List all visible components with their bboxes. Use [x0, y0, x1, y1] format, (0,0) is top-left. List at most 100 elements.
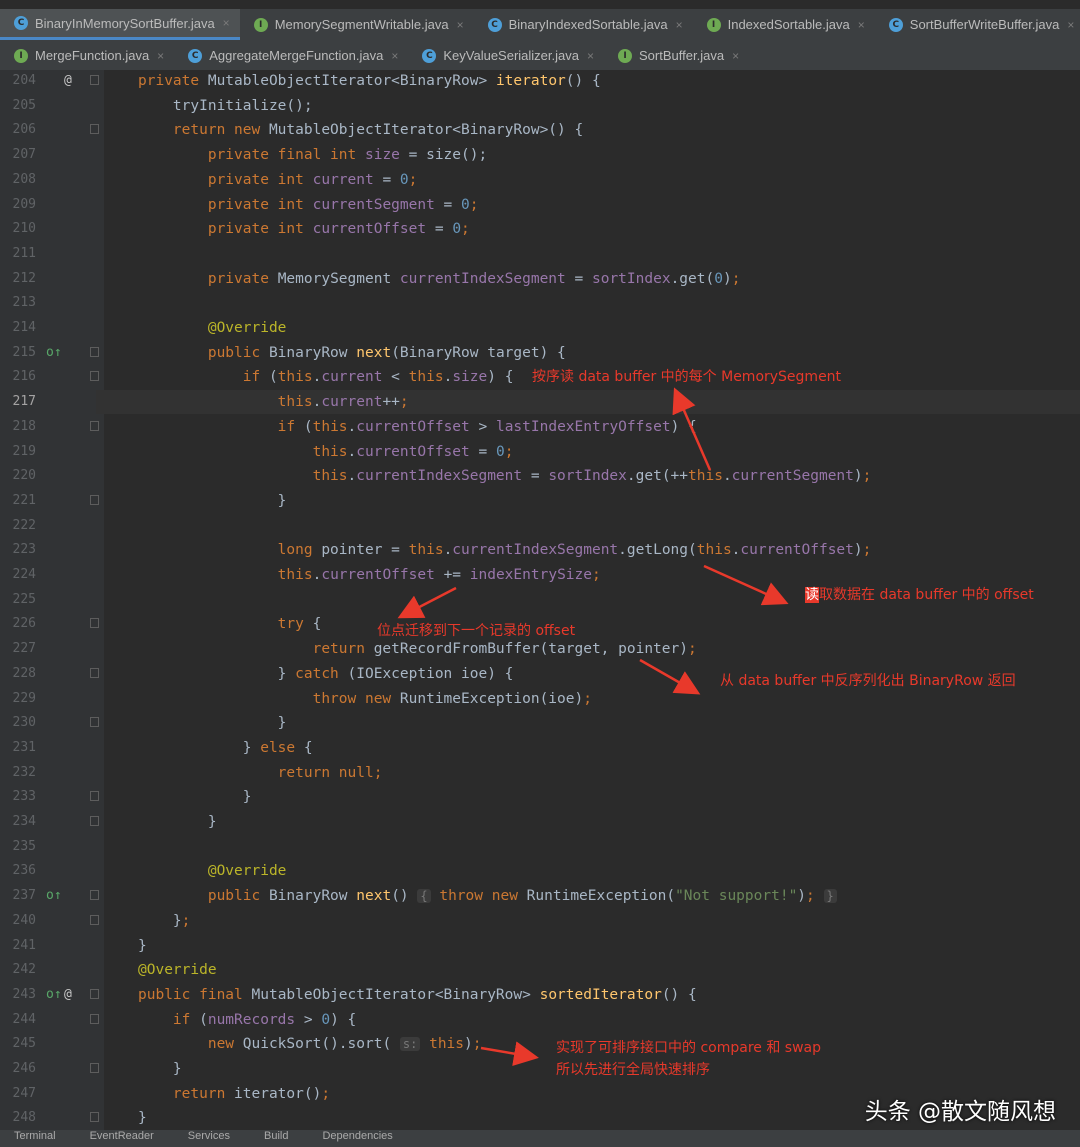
code-line[interactable]: 222	[0, 514, 1080, 538]
code-line[interactable]: 217 this.current++;	[0, 390, 1080, 414]
fold-icon[interactable]	[90, 494, 99, 505]
code-line[interactable]: 244 if (numRecords > 0) {	[0, 1008, 1080, 1032]
code-token: ) {	[670, 418, 697, 435]
code-line[interactable]: 212 private MemorySegment currentIndexSe…	[0, 267, 1080, 291]
code-line[interactable]: 208 private int current = 0;	[0, 168, 1080, 192]
code-token: this	[696, 542, 732, 559]
line-number: 243	[12, 986, 36, 1002]
tool-window-terminal[interactable]: Terminal	[14, 1130, 56, 1142]
code-line[interactable]: 240 };	[0, 909, 1080, 933]
code-line[interactable]: 214 @Override	[0, 316, 1080, 340]
tool-window-eventreader[interactable]: EventReader	[90, 1130, 154, 1142]
close-icon[interactable]: ×	[858, 18, 865, 32]
override-marker-icon[interactable]: o↑	[46, 983, 62, 1007]
code-token: MutableObjectIterator<BinaryRow>	[207, 73, 496, 89]
code-line[interactable]: 215 o↑ public BinaryRow next(BinaryRow ta…	[0, 341, 1080, 365]
code-line[interactable]: 218 if (this.currentOffset > lastIndexEn…	[0, 415, 1080, 439]
code-line[interactable]: 246 }	[0, 1057, 1080, 1081]
code-line[interactable]: 233 }	[0, 785, 1080, 809]
code-line[interactable]: 210 private int currentOffset = 0;	[0, 217, 1080, 241]
fold-icon[interactable]	[90, 371, 99, 382]
at-marker-icon[interactable]: @	[64, 983, 72, 1007]
code-token: ) {	[330, 1011, 357, 1028]
code-line[interactable]: 207 private final int size = size();	[0, 143, 1080, 167]
code-line[interactable]: 241}	[0, 934, 1080, 958]
fold-icon[interactable]	[90, 914, 99, 925]
code-line[interactable]: 211	[0, 242, 1080, 266]
code-line[interactable]: 235	[0, 835, 1080, 859]
fold-icon[interactable]	[90, 717, 99, 728]
tab-tabs_row1-3[interactable]: I IndexedSortable.java ×	[693, 9, 875, 40]
code-line[interactable]: 206 return new MutableObjectIterator<Bin…	[0, 118, 1080, 142]
code-text: }	[138, 810, 217, 834]
code-line[interactable]: 243 o↑ @ public final MutableObjectIterator…	[0, 983, 1080, 1007]
code-line[interactable]: 205 tryInitialize();	[0, 94, 1080, 118]
code-token: (	[268, 369, 278, 386]
code-line[interactable]: 221 }	[0, 489, 1080, 513]
code-text: };	[138, 909, 190, 933]
close-icon[interactable]: ×	[732, 49, 739, 63]
code-token: ;	[461, 221, 470, 238]
code-line[interactable]: 232 return null;	[0, 761, 1080, 785]
fold-icon[interactable]	[90, 346, 99, 357]
fold-icon[interactable]	[90, 667, 99, 678]
code-line[interactable]: 227 return getRecordFromBuffer(target, p…	[0, 637, 1080, 661]
tool-window-services[interactable]: Services	[188, 1130, 230, 1142]
tab-tabs_row1-4[interactable]: C SortBufferWriteBuffer.java ×	[875, 9, 1080, 40]
code-token: }	[138, 492, 287, 509]
close-icon[interactable]: ×	[587, 49, 594, 63]
code-line[interactable]: 220 this.currentIndexSegment = sortIndex…	[0, 464, 1080, 488]
close-icon[interactable]: ×	[391, 49, 398, 63]
code-line[interactable]: 242 @Override	[0, 958, 1080, 982]
code-line[interactable]: 236 @Override	[0, 859, 1080, 883]
code-text: this.currentOffset += indexEntrySize;	[138, 563, 601, 587]
override-marker-icon[interactable]: o↑	[46, 884, 62, 908]
at-marker-icon[interactable]: @	[64, 69, 72, 93]
fold-icon[interactable]	[90, 75, 99, 85]
close-icon[interactable]: ×	[457, 18, 464, 32]
code-line[interactable]: 234 }	[0, 810, 1080, 834]
tab-tabs_row2-2[interactable]: C KeyValueSerializer.java ×	[408, 40, 604, 71]
code-token: RuntimeException(ioe)	[399, 690, 584, 707]
line-number: 229	[12, 690, 36, 706]
fold-icon[interactable]	[90, 1063, 99, 1073]
code-line[interactable]: 204 @ private MutableObjectIterator<Binary…	[0, 69, 1080, 93]
code-line[interactable]: 230 }	[0, 711, 1080, 735]
fold-icon[interactable]	[90, 618, 99, 629]
tab-tabs_row2-3[interactable]: I SortBuffer.java ×	[604, 40, 749, 71]
tool-window-dependencies[interactable]: Dependencies	[322, 1130, 392, 1142]
code-line[interactable]: 213	[0, 291, 1080, 315]
tab-tabs_row2-1[interactable]: C AggregateMergeFunction.java ×	[174, 40, 408, 71]
code-line[interactable]: 219 this.currentOffset = 0;	[0, 440, 1080, 464]
code-token: RuntimeException(	[526, 888, 676, 905]
code-line[interactable]: 245 new QuickSort().sort( s: this);	[0, 1032, 1080, 1056]
tab-tabs_row1-0[interactable]: C BinaryInMemorySortBuffer.java ×	[0, 9, 240, 40]
fold-icon[interactable]	[90, 124, 99, 135]
fold-icon[interactable]	[90, 816, 99, 826]
code-line[interactable]: 209 private int currentSegment = 0;	[0, 193, 1080, 217]
close-icon[interactable]: ×	[1067, 18, 1074, 32]
close-icon[interactable]: ×	[157, 49, 164, 63]
fold-icon[interactable]	[90, 420, 99, 431]
fold-icon[interactable]	[90, 890, 99, 901]
close-icon[interactable]: ×	[676, 18, 683, 32]
fold-icon[interactable]	[90, 1112, 99, 1123]
code-line[interactable]: 229 throw new RuntimeException(ioe);	[0, 687, 1080, 711]
close-icon[interactable]: ×	[223, 16, 230, 30]
code-line[interactable]: 237 o↑ public BinaryRow next() { throw ne…	[0, 884, 1080, 908]
line-number: 222	[12, 517, 36, 533]
code-line[interactable]: 223 long pointer = this.currentIndexSegm…	[0, 538, 1080, 562]
fold-icon[interactable]	[90, 791, 99, 802]
tab-tabs_row2-0[interactable]: I MergeFunction.java ×	[0, 40, 174, 71]
override-marker-icon[interactable]: o↑	[46, 341, 62, 365]
line-number: 204	[12, 73, 36, 88]
fold-icon[interactable]	[90, 988, 99, 999]
tool-window-build[interactable]: Build	[264, 1130, 288, 1142]
tab-tabs_row1-1[interactable]: I MemorySegmentWritable.java ×	[240, 9, 474, 40]
code-line[interactable]: 231 } else {	[0, 736, 1080, 760]
tab-tabs_row1-2[interactable]: C BinaryIndexedSortable.java ×	[474, 9, 693, 40]
fold-icon[interactable]	[90, 1013, 99, 1024]
code-token: {	[417, 889, 431, 904]
code-token: ;	[472, 1036, 482, 1053]
code-token: getRecordFromBuffer(target, pointer)	[373, 641, 688, 658]
